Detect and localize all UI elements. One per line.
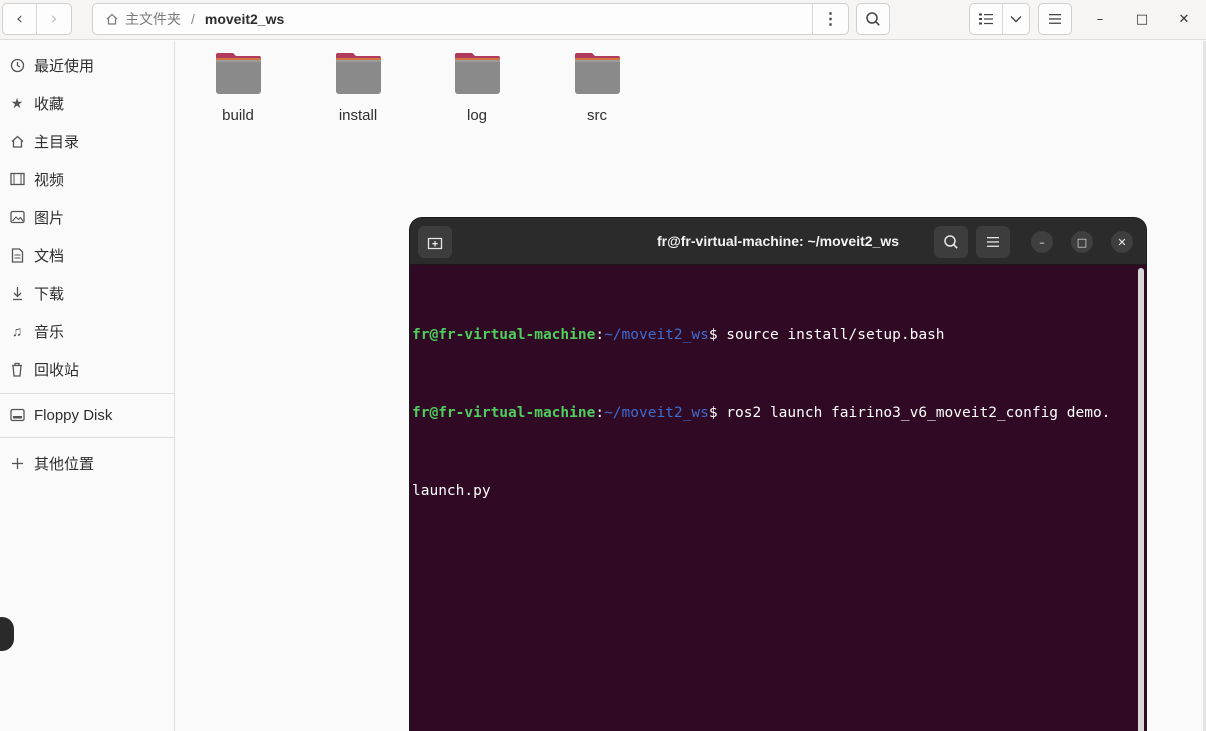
folder-icon [216,53,261,94]
command-text: launch.py [412,483,491,499]
folder-item[interactable]: install [308,51,408,131]
chevron-down-icon [1010,16,1022,23]
path-menu-button[interactable]: ⋮ [812,4,848,34]
terminal-output[interactable]: fr@fr-virtual-machine:~/moveit2_ws$ sour… [412,270,1136,556]
document-icon [9,247,25,263]
sidebar-item-label: 音乐 [34,323,65,341]
hamburger-icon [1049,14,1061,24]
terminal-search-button[interactable] [934,226,968,258]
terminal-minimize-button[interactable]: – [1031,231,1053,253]
sidebar-item-label: 回收站 [34,361,80,379]
list-view-button[interactable] [970,4,1003,34]
sidebar-item-label: 主目录 [34,133,80,151]
hamburger-icon [987,237,999,247]
search-button[interactable] [856,3,890,35]
home-icon [106,13,118,25]
terminal-headerbar: fr@fr-virtual-machine: ~/moveit2_ws – □ … [410,218,1146,265]
folder-icon [455,53,500,94]
sidebar-separator [0,393,174,394]
prompt-colon: : [595,405,605,421]
sidebar-item-trash[interactable]: 回收站 [0,350,174,388]
path-bar[interactable]: 主文件夹 / moveit2_ws ⋮ [92,3,849,35]
image-icon [9,209,25,225]
terminal-maximize-button[interactable]: □ [1071,231,1093,253]
plus-icon [9,455,25,471]
sidebar-item-label: 图片 [34,209,65,227]
clock-icon [9,57,25,73]
maximize-button[interactable]: □ [1132,9,1152,29]
folder-item[interactable]: log [427,51,527,131]
sidebar-item-label: 文档 [34,247,65,265]
file-name: install [338,107,378,124]
file-manager-headerbar: ‹ › 主文件夹 / moveit2_ws ⋮ – □ ✕ [0,0,1206,40]
back-button[interactable]: ‹ [3,4,37,34]
sidebar-item-floppy-disk[interactable]: Floppy Disk [0,396,174,434]
sidebar-item-label: 视频 [34,171,65,189]
path-separator: / [191,11,195,27]
file-name: log [466,107,488,124]
drive-icon [9,407,25,423]
sidebar-item-recent[interactable]: 最近使用 [0,46,174,84]
prompt-dollar: $ [708,327,727,343]
home-icon [9,133,25,149]
prompt-path: ~/moveit2_ws [604,327,709,343]
prompt-dollar: $ [708,405,727,421]
navigation-buttons: ‹ › [2,3,72,35]
terminal-menu-button[interactable] [976,226,1010,258]
forward-button[interactable]: › [37,4,71,34]
file-name: src [587,107,607,124]
sidebar-item-music[interactable]: ♫ 音乐 [0,312,174,350]
sidebar-item-pictures[interactable]: 图片 [0,198,174,236]
folder-icon [336,53,381,94]
search-icon [866,12,880,26]
sidebar-item-label: Floppy Disk [34,406,113,424]
places-sidebar: 最近使用 ★ 收藏 主目录 视频 图片 文档 下载 ♫ 音乐 回收站 Flopp… [0,41,175,731]
sidebar-item-label: 下载 [34,285,65,303]
prompt-path: ~/moveit2_ws [604,405,709,421]
folder-item[interactable]: src [547,51,647,131]
new-tab-icon [427,237,443,249]
desktop: ‹ › 主文件夹 / moveit2_ws ⋮ – □ ✕ 最近使用 ★ 收藏 … [0,0,1206,731]
prompt-colon: : [595,327,605,343]
command-text: source install/setup.bash [726,327,945,343]
trash-icon [9,361,25,377]
sidebar-item-starred[interactable]: ★ 收藏 [0,84,174,122]
terminal-line: launch.py [412,478,1136,504]
close-button[interactable]: ✕ [1174,9,1194,29]
film-icon [9,171,25,187]
sidebar-collapse-handle[interactable] [0,617,14,651]
sidebar-item-downloads[interactable]: 下载 [0,274,174,312]
download-icon [9,285,25,301]
sidebar-item-label: 收藏 [34,95,65,113]
view-dropdown-button[interactable] [1003,4,1029,34]
view-options [969,3,1030,35]
command-text: ros2 launch fairino3_v6_moveit2_config d… [726,405,1111,421]
main-menu-button[interactable] [1038,3,1072,35]
star-icon: ★ [10,94,24,111]
search-icon [944,235,958,249]
terminal-line: fr@fr-virtual-machine:~/moveit2_ws$ sour… [412,322,1136,348]
prompt-user: fr@fr-virtual-machine [412,327,596,343]
prompt-user: fr@fr-virtual-machine [412,405,596,421]
path-segment-home[interactable]: 主文件夹 [125,9,181,29]
new-tab-button[interactable] [418,226,452,258]
sidebar-separator [0,437,174,438]
sidebar-item-other-locations[interactable]: 其他位置 [0,444,174,482]
list-view-icon [979,13,993,25]
sidebar-item-documents[interactable]: 文档 [0,236,174,274]
folder-item[interactable]: build [188,51,288,131]
terminal-scrollbar[interactable] [1138,268,1144,731]
sidebar-item-videos[interactable]: 视频 [0,160,174,198]
minimize-button[interactable]: – [1090,9,1110,29]
sidebar-item-label: 其他位置 [34,455,95,473]
path-segment-current[interactable]: moveit2_ws [205,11,284,27]
sidebar-item-home[interactable]: 主目录 [0,122,174,160]
terminal-line: fr@fr-virtual-machine:~/moveit2_ws$ ros2… [412,400,1136,426]
music-icon: ♫ [11,323,23,339]
file-name: build [222,107,254,124]
terminal-window[interactable]: fr@fr-virtual-machine: ~/moveit2_ws – □ … [410,218,1146,731]
sidebar-item-label: 最近使用 [34,57,95,75]
terminal-close-button[interactable]: ✕ [1111,231,1133,253]
folder-icon [575,53,620,94]
